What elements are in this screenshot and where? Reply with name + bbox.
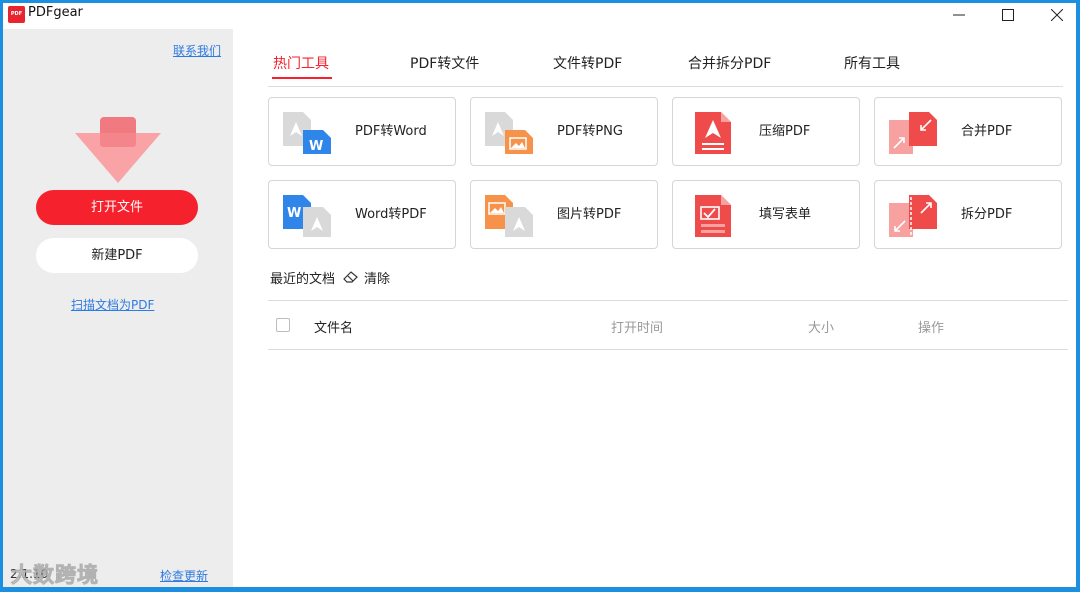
clear-label: 清除 <box>364 271 391 287</box>
tab-pdf-to-file[interactable]: PDF转文件 <box>410 53 479 73</box>
pdf-to-word-icon: W <box>283 112 331 154</box>
fill-form-icon <box>695 195 731 237</box>
app-logo-icon: PDF <box>8 6 25 23</box>
close-button[interactable] <box>1033 3 1076 27</box>
tool-card-pdf-to-png[interactable]: PDF转PNG <box>470 97 658 166</box>
recent-table-header: 文件名 打开时间 大小 操作 <box>268 301 1068 350</box>
tool-card-word-to-pdf[interactable]: W Word转PDF <box>268 180 456 249</box>
tool-card-split-pdf[interactable]: 拆分PDF <box>874 180 1062 249</box>
tool-label: PDF转PNG <box>557 124 623 139</box>
tool-card-compress-pdf[interactable]: 压缩PDF <box>672 97 860 166</box>
eraser-icon <box>343 271 358 283</box>
tool-card-fill-form[interactable]: 填写表单 <box>672 180 860 249</box>
tool-label: 拆分PDF <box>961 207 1013 222</box>
tab-popular-tools[interactable]: 热门工具 <box>273 53 329 73</box>
pdf-to-png-icon <box>485 112 533 154</box>
tool-card-image-to-pdf[interactable]: 图片转PDF <box>470 180 658 249</box>
scan-to-pdf-link[interactable]: 扫描文档为PDF <box>71 296 154 313</box>
column-size[interactable]: 大小 <box>808 317 834 336</box>
compress-pdf-icon <box>695 112 731 154</box>
tool-label: 压缩PDF <box>759 124 811 139</box>
close-icon <box>1051 9 1063 21</box>
select-all-checkbox[interactable] <box>276 318 290 332</box>
column-action: 操作 <box>918 321 945 336</box>
column-open-time[interactable]: 打开时间 <box>611 317 663 336</box>
minimize-button[interactable] <box>935 3 983 27</box>
tool-label: Word转PDF <box>355 207 427 222</box>
tool-card-pdf-to-word[interactable]: W PDF转Word <box>268 97 456 166</box>
tool-label: 图片转PDF <box>557 207 622 222</box>
open-file-button[interactable]: 打开文件 <box>36 190 198 225</box>
contact-us-link[interactable]: 联系我们 <box>173 42 221 59</box>
new-pdf-button[interactable]: 新建PDF <box>36 238 198 273</box>
app-window: PDF PDFgear 联系我们 打开文件 新建PDF 扫描文档为PDF 2.1… <box>3 3 1076 587</box>
maximize-button[interactable] <box>984 3 1032 27</box>
word-to-pdf-icon: W <box>283 195 331 237</box>
svg-text:W: W <box>287 206 301 221</box>
merge-pdf-icon <box>889 112 937 154</box>
tool-label: 填写表单 <box>759 207 812 222</box>
sidebar: 联系我们 打开文件 新建PDF 扫描文档为PDF 2.1.10 大数跨境 检查更… <box>3 29 233 587</box>
tab-all-tools[interactable]: 所有工具 <box>844 53 900 73</box>
app-title: PDFgear <box>28 5 83 20</box>
minimize-icon <box>953 14 965 16</box>
tool-tabs: 热门工具 PDF转文件 文件转PDF 合并拆分PDF 所有工具 <box>268 51 1063 87</box>
tool-label: PDF转Word <box>355 124 427 139</box>
open-file-arrow-icon <box>75 117 161 183</box>
image-to-pdf-icon <box>485 195 533 237</box>
column-file-name[interactable]: 文件名 <box>314 317 353 336</box>
recent-documents-title: 最近的文档 <box>270 272 336 287</box>
active-tab-indicator <box>272 77 332 79</box>
maximize-icon <box>1002 9 1014 21</box>
check-update-link[interactable]: 检查更新 <box>160 567 208 584</box>
svg-text:W: W <box>309 139 323 154</box>
watermark-logo: 大数跨境 <box>11 563 99 587</box>
tool-label: 合并PDF <box>961 124 1013 139</box>
tab-file-to-pdf[interactable]: 文件转PDF <box>553 53 622 73</box>
clear-recent-button[interactable]: 清除 <box>343 267 390 287</box>
tab-merge-split-pdf[interactable]: 合并拆分PDF <box>688 53 771 73</box>
title-bar[interactable]: PDF PDFgear <box>3 3 1076 27</box>
split-pdf-icon <box>889 195 937 237</box>
tool-card-merge-pdf[interactable]: 合并PDF <box>874 97 1062 166</box>
